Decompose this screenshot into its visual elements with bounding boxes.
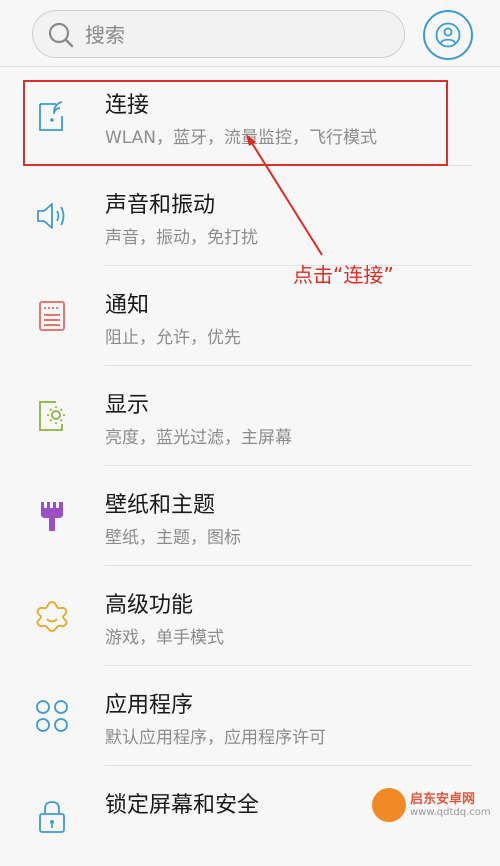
watermark-logo-icon	[372, 788, 406, 822]
watermark-url: www.qdtdq.com	[410, 807, 491, 818]
annotation-arrow	[246, 134, 323, 256]
watermark: 启东安卓网 www.qdtdq.com	[372, 786, 500, 826]
annotation-text: 点击“连接”	[293, 263, 394, 287]
watermark-name: 启东安卓网	[410, 792, 476, 807]
